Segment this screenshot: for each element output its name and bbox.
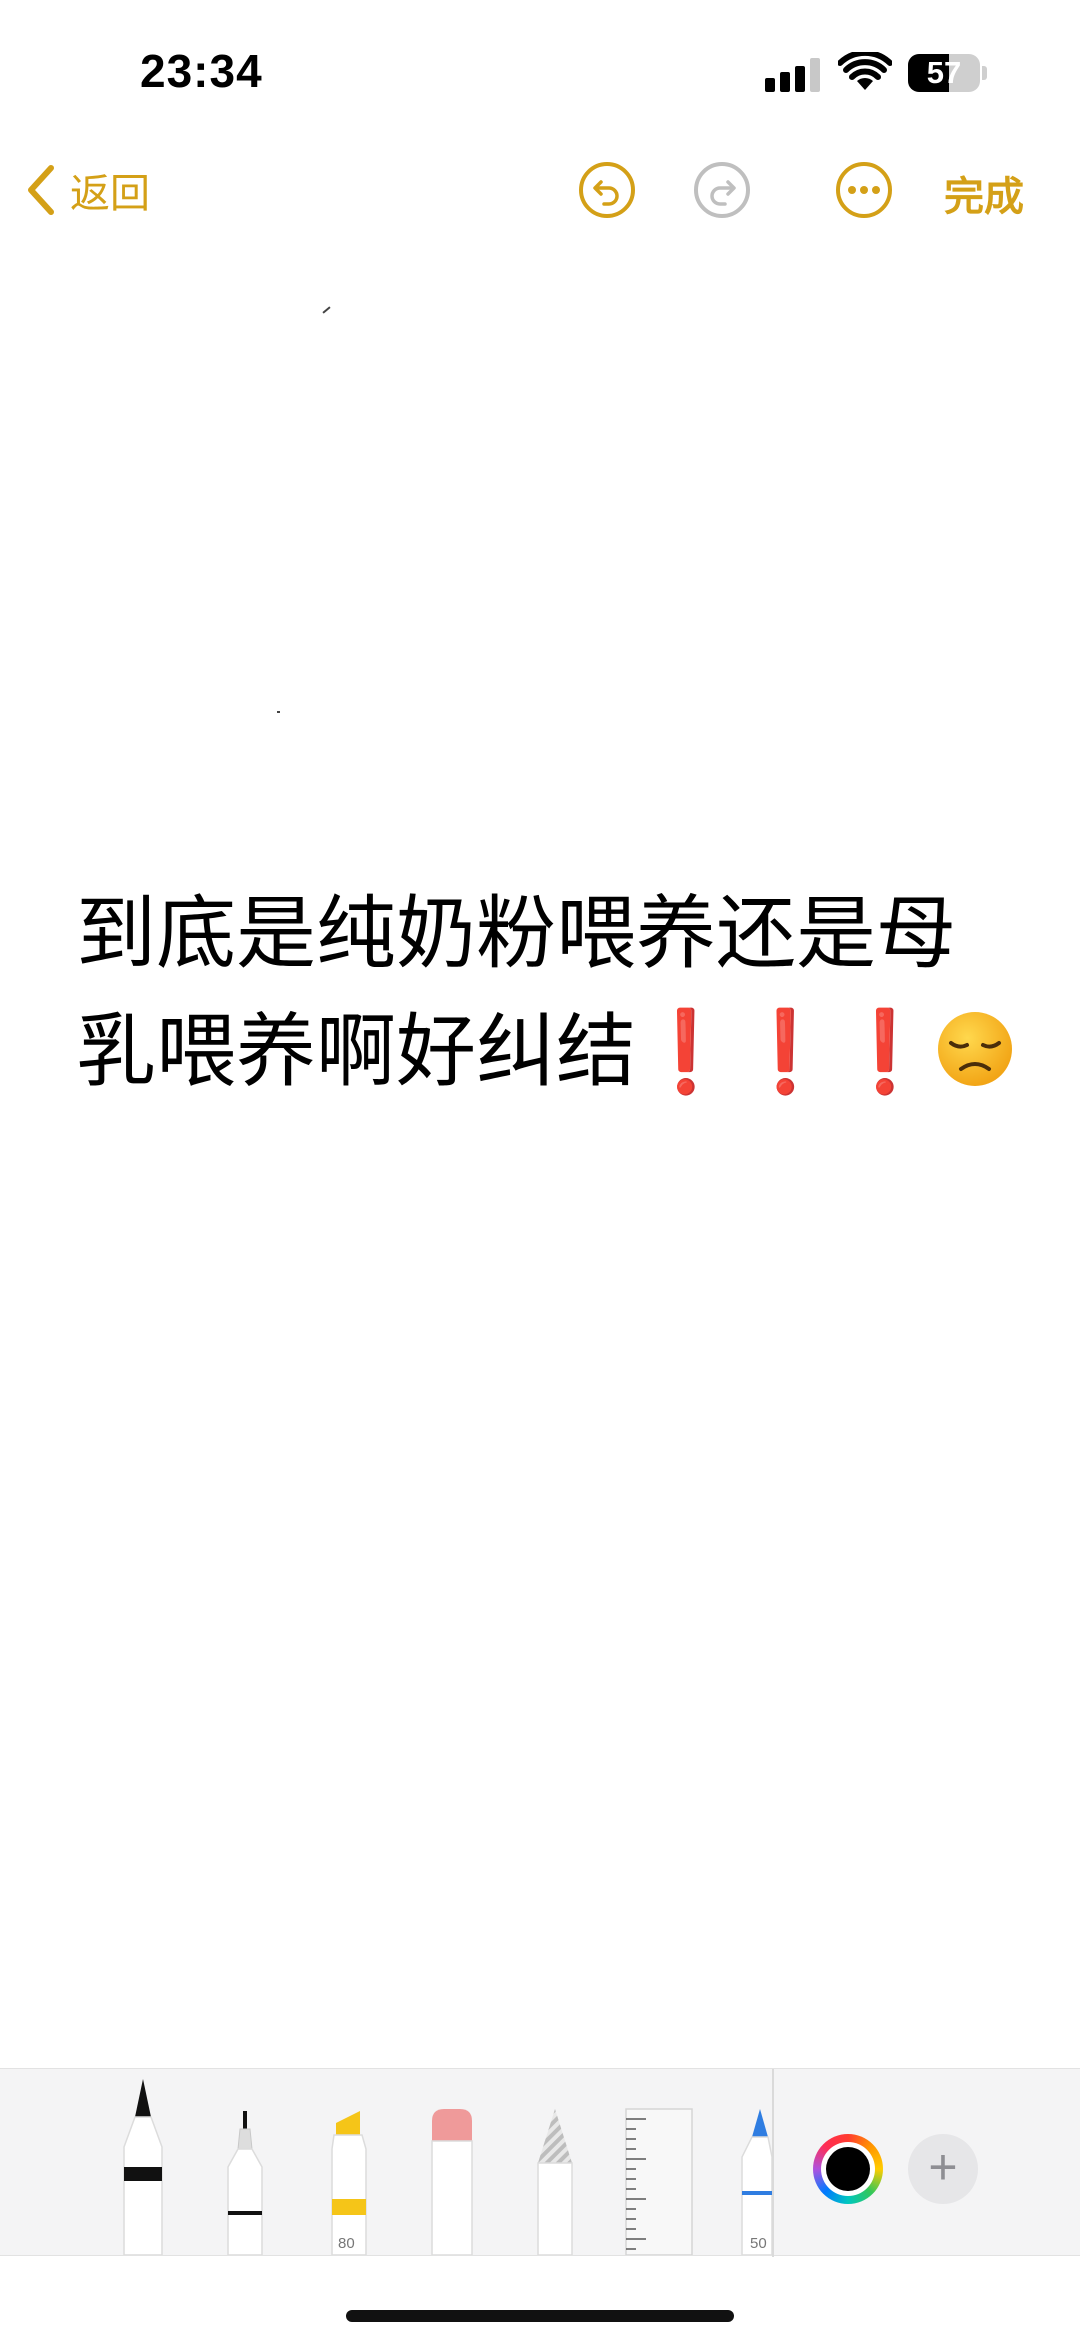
status-time: 23:34 [140,45,263,97]
battery-tip [982,66,987,80]
note-line-1: 到底是纯奶粉喂养还是母 [76,887,956,980]
pen-stroke-mark [277,711,280,713]
back-button[interactable]: 返回 [26,160,150,220]
status-bar: 23:34 57 [0,0,1080,140]
undo-icon [593,180,619,206]
disappointed-face-emoji [937,1012,1012,1086]
wifi-icon [838,52,892,90]
tool-divider [772,2069,774,2257]
home-indicator [346,2310,734,2322]
ruler-tool[interactable] [624,2107,694,2255]
redo-icon [710,180,736,206]
cellular-signal-icon [765,58,821,92]
exclamation-emojis: ❗❗❗ [636,1005,935,1098]
selected-color-swatch [826,2147,870,2191]
more-options-button[interactable] [836,162,892,218]
battery-icon: 57 [908,54,980,92]
ellipsis-icon [848,186,880,194]
redo-button[interactable] [694,162,750,218]
eraser-tool[interactable] [428,2107,476,2255]
note-line-2-text: 乳喂养啊好纠结 [76,1005,636,1098]
color-picker-button[interactable] [813,2134,883,2204]
marker-tool[interactable] [738,2107,772,2255]
highlighter-tool[interactable] [326,2109,372,2255]
battery-percent: 57 [926,55,962,90]
add-tool-button[interactable]: + [908,2134,978,2204]
back-label: 返回 [70,171,150,217]
pencil-tool[interactable] [532,2107,578,2255]
note-line-2: 乳喂养啊好纠结❗❗❗ [76,993,1036,1111]
chevron-left-icon [28,165,54,215]
pen-tool[interactable] [118,2077,168,2255]
pen-stroke-mark [322,306,331,314]
marker-size: 50 [750,2235,767,2252]
fineliner-tool[interactable] [222,2109,268,2255]
done-button[interactable]: 完成 [944,164,1024,222]
undo-button[interactable] [579,162,635,218]
note-text[interactable]: 到底是纯奶粉喂养还是母 乳喂养啊好纠结❗❗❗ [76,875,1036,1111]
highlighter-size: 80 [338,2235,355,2252]
